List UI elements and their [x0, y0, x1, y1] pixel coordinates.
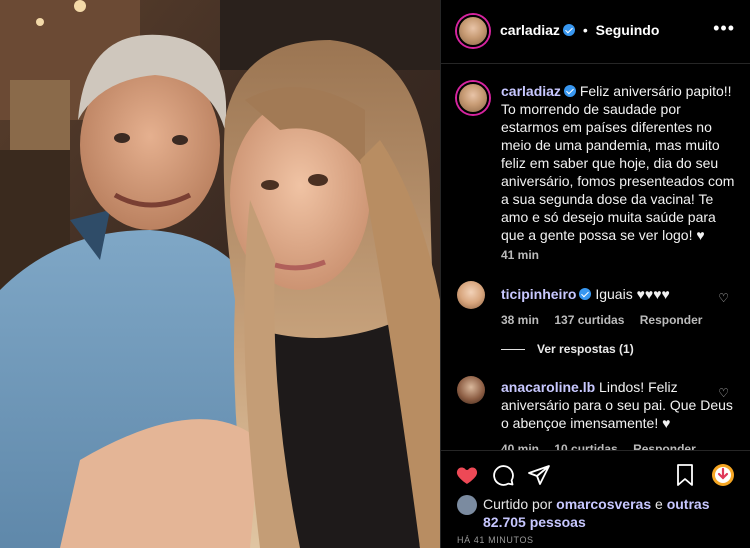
- comment-time[interactable]: 38 min: [501, 313, 539, 327]
- share-icon[interactable]: [527, 463, 551, 487]
- comments-list[interactable]: carladiaz Feliz aniversário papito!! To …: [441, 65, 750, 450]
- commenter-avatar[interactable]: [457, 281, 485, 309]
- comment-body: ticipinheiro Iguais ♥♥♥♥: [501, 285, 737, 303]
- follow-button[interactable]: Seguindo: [596, 22, 660, 38]
- likes-prefix: Curtido por: [483, 496, 553, 512]
- comment-meta: 38 min 137 curtidas Responder: [501, 313, 714, 327]
- separator-dot: •: [582, 22, 588, 38]
- verified-icon: [579, 288, 592, 300]
- comment-like-icon[interactable]: ♡: [718, 386, 729, 400]
- replies-divider: [501, 349, 525, 351]
- author-username[interactable]: carladiaz: [500, 22, 560, 38]
- caption-body: carladiaz Feliz aniversário papito!! To …: [501, 82, 737, 244]
- post-photo[interactable]: [0, 0, 440, 548]
- verified-icon: [563, 85, 576, 97]
- caption-time[interactable]: 41 min: [501, 248, 539, 262]
- caption: carladiaz Feliz aniversário papito!! To …: [457, 82, 737, 282]
- download-extension-icon[interactable]: [711, 463, 735, 487]
- liker-avatar[interactable]: [457, 495, 477, 515]
- comment-meta: 40 min 10 curtidas Responder: [501, 442, 708, 450]
- more-options-icon[interactable]: •••: [713, 18, 735, 39]
- comment-username[interactable]: anacaroline.lb: [501, 379, 595, 395]
- post-sidebar: carladiaz • Seguindo ••• carladiaz Feliz…: [440, 0, 750, 548]
- author-line: carladiaz • Seguindo: [500, 22, 659, 38]
- post-timestamp[interactable]: HÁ 41 MINUTOS: [457, 535, 534, 545]
- comment-username[interactable]: ticipinheiro: [501, 286, 576, 302]
- view-replies-button[interactable]: Ver respostas (1): [501, 342, 634, 356]
- caption-text: Feliz aniversário papito!! To morrendo d…: [501, 83, 735, 243]
- verified-icon: [562, 24, 575, 36]
- comment-icon[interactable]: [491, 463, 515, 487]
- caption-avatar[interactable]: [457, 82, 489, 114]
- action-bar: Curtido por omarcosveras e outras 82.705…: [441, 450, 750, 548]
- liker-username[interactable]: omarcosveras: [556, 496, 651, 512]
- likes-text: Curtido por omarcosveras e outras 82.705…: [483, 495, 733, 531]
- post-header: carladiaz • Seguindo •••: [441, 0, 750, 64]
- post-image: [0, 0, 440, 548]
- comment-body: anacaroline.lb Lindos! Feliz aniversário…: [501, 378, 737, 432]
- view-replies-label: Ver respostas (1): [537, 342, 634, 356]
- reply-button[interactable]: Responder: [633, 442, 696, 450]
- comment-time[interactable]: 40 min: [501, 442, 539, 450]
- comment-likes[interactable]: 137 curtidas: [554, 313, 624, 327]
- comment-like-icon[interactable]: ♡: [718, 291, 729, 305]
- comment-likes[interactable]: 10 curtidas: [554, 442, 617, 450]
- author-avatar[interactable]: [457, 15, 489, 47]
- caption-meta: 41 min: [501, 248, 551, 262]
- commenter-avatar[interactable]: [457, 376, 485, 404]
- save-bookmark-icon[interactable]: [673, 463, 697, 487]
- like-heart-icon[interactable]: [455, 463, 479, 487]
- caption-username[interactable]: carladiaz: [501, 83, 561, 99]
- reply-button[interactable]: Responder: [640, 313, 703, 327]
- likes-connector: e: [655, 496, 663, 512]
- comment-text: Iguais ♥♥♥♥: [595, 286, 670, 302]
- comment-item: anacaroline.lb Lindos! Feliz aniversário…: [457, 376, 737, 450]
